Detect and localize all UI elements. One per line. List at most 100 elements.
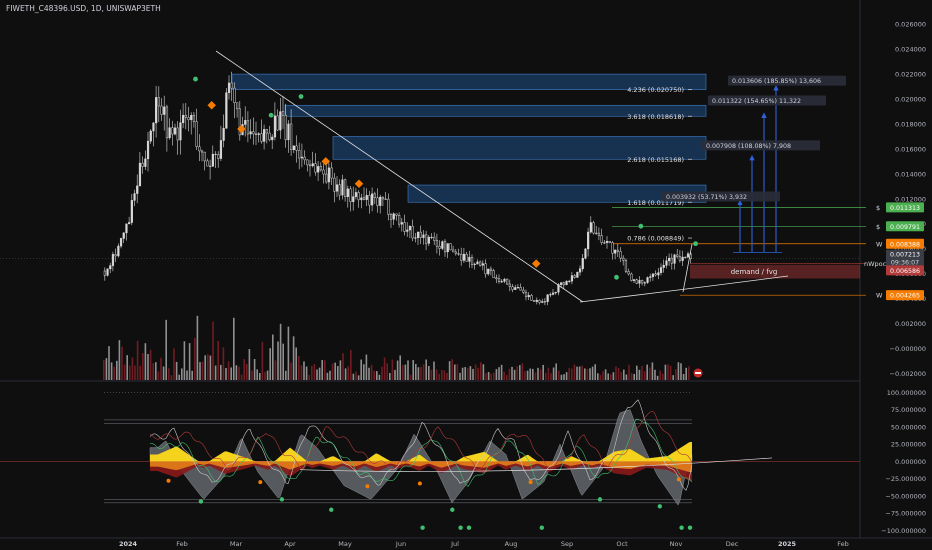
candle-body <box>308 164 312 167</box>
volume-bar <box>103 360 105 380</box>
volume-bar <box>428 365 430 380</box>
candle-body <box>381 196 385 200</box>
candle-body <box>344 179 347 197</box>
candle-body <box>584 248 587 259</box>
volume-bar <box>615 366 617 380</box>
volume-bar <box>638 369 641 380</box>
green-dot-marker <box>614 274 619 280</box>
candle-body <box>678 256 682 261</box>
volume-bar <box>350 349 352 380</box>
candle-body <box>446 243 449 253</box>
candle-body <box>217 154 220 159</box>
volume-bar <box>121 346 123 380</box>
volume-bar <box>508 368 511 380</box>
volume-bar <box>565 372 568 380</box>
candle-body <box>273 115 277 138</box>
candle-body <box>292 145 295 150</box>
volume-bar <box>261 341 264 380</box>
candle-body <box>322 169 325 175</box>
candle-body <box>103 270 106 276</box>
volume-bar <box>599 374 602 380</box>
candle-body <box>487 268 490 275</box>
volume-bar <box>313 364 316 380</box>
target-label: 0.007908 (108.08%) 7,908 <box>706 143 791 150</box>
volume-bar <box>604 369 607 380</box>
volume-bar <box>318 367 321 380</box>
candle-body <box>662 265 665 268</box>
volume-bar <box>342 353 344 380</box>
candle-body <box>670 257 673 264</box>
volume-bar <box>113 366 115 380</box>
volume-bar <box>654 369 656 380</box>
candle-body <box>211 153 214 167</box>
candle-body <box>222 127 225 141</box>
candle-body <box>481 263 484 266</box>
volume-bar <box>521 363 524 380</box>
candle-body <box>657 272 660 276</box>
volume-bar <box>682 373 685 380</box>
volume-bar <box>534 372 537 380</box>
volume-bar <box>238 366 240 380</box>
candle-body <box>627 271 630 275</box>
candle-body <box>676 254 679 257</box>
target-label: 0.013606 (185.85%) 13,606 <box>732 78 821 85</box>
time-tick-label: 2024 <box>119 540 138 548</box>
symbol-title: FIWETH_C48396.USD, 1D, UNISWAP3ETH <box>6 4 161 13</box>
volume-bar <box>529 368 531 380</box>
candle-body <box>290 123 293 150</box>
trading-chart[interactable]: FIWETH_C48396.USD, 1D, UNISWAP3ETH 4.236… <box>0 0 932 550</box>
demand-zone-label: demand / fvg <box>731 268 778 276</box>
osc-green-dot <box>687 525 693 530</box>
volume-bar <box>435 369 438 380</box>
osc-tick-label: −25.000000 <box>885 475 926 483</box>
volume-bar <box>357 375 360 380</box>
price-tag-text: 0.011313 <box>890 205 920 212</box>
osc-green-dot <box>458 525 463 530</box>
volume-bar <box>240 374 243 380</box>
candle-body <box>506 278 509 285</box>
volume-bar <box>602 371 604 380</box>
candle-body <box>152 122 155 132</box>
candle-body <box>508 283 511 287</box>
candle-body <box>176 127 179 141</box>
candle-body <box>335 184 339 192</box>
candle-body <box>160 105 163 115</box>
volume-bar <box>168 368 170 380</box>
volume-bar <box>183 341 186 380</box>
volume-bar <box>493 372 495 380</box>
osc-orange-dot <box>365 484 370 489</box>
time-tick-label: Sep <box>561 540 573 548</box>
osc-tick-label: 50.000000 <box>891 423 926 431</box>
volume-bar <box>116 360 118 380</box>
candle-body <box>119 238 123 247</box>
volume-bar <box>191 370 193 380</box>
volume-bar <box>149 349 152 380</box>
target-label: 0.011322 (154.65%) 11,322 <box>712 98 801 105</box>
volume-bar <box>487 371 490 380</box>
volume-bar <box>279 323 282 380</box>
volume-bar <box>550 373 552 380</box>
volume-bar <box>545 372 547 380</box>
price-tag-text: 0.004265 <box>890 293 920 300</box>
volume-bar <box>368 367 370 380</box>
time-tick-label: Nov <box>670 540 683 548</box>
osc-green-dot <box>679 525 684 530</box>
volume-bar <box>477 367 479 380</box>
volume-bar <box>612 372 615 380</box>
price-level-label: $ <box>876 223 880 231</box>
candle-body <box>373 193 376 199</box>
price-tick-label: 0.002000 <box>895 320 926 328</box>
candle-body <box>279 111 282 131</box>
volume-bar <box>139 365 141 380</box>
price-tick-label: 0.018000 <box>895 120 926 128</box>
candle-body <box>527 295 530 298</box>
time-tick-label: Apr <box>284 540 296 548</box>
candle-body <box>543 301 547 303</box>
volume-bar <box>277 341 279 380</box>
volume-bar <box>446 373 448 380</box>
volume-bar <box>251 370 253 380</box>
candle-body <box>276 115 279 131</box>
volume-bar <box>630 373 633 380</box>
volume-bar <box>394 369 396 380</box>
candle-body <box>206 160 209 167</box>
